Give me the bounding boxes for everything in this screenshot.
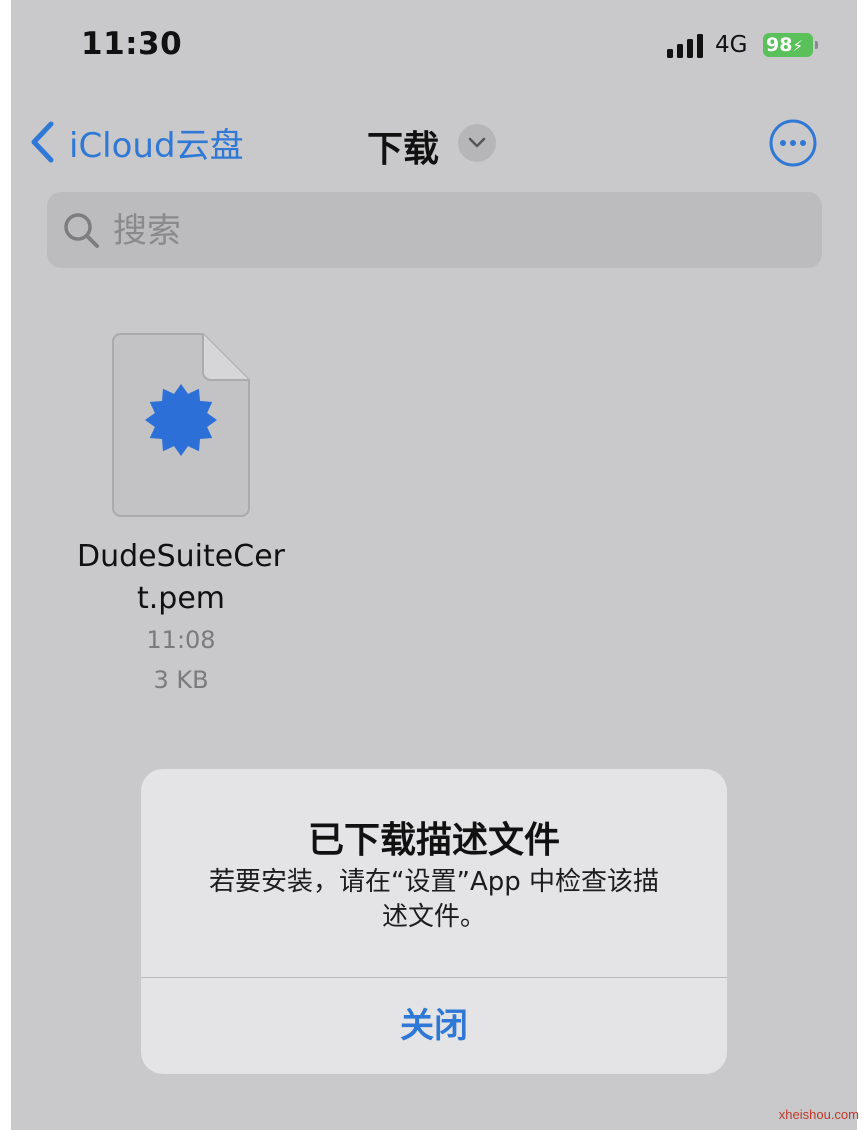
alert-title: 已下载描述文件 [307, 820, 560, 861]
title-menu-button[interactable] [458, 124, 496, 162]
alert-message: 若要安装，请在“设置”App 中检查该描 述文件。 [209, 867, 659, 932]
charging-bolt-icon: ⚡ [792, 37, 803, 55]
chevron-down-icon [468, 137, 486, 148]
files-app-screen: 11:30 4G 98⚡ iCloud云盘 下载 搜索 DudeSuiteCer… [11, 0, 857, 1130]
close-button[interactable]: 关闭 [141, 978, 727, 1074]
network-type: 4G [715, 32, 748, 58]
file-thumbnail [111, 332, 251, 518]
more-icon[interactable] [768, 118, 818, 168]
status-time: 11:30 [81, 26, 183, 62]
page-title[interactable]: 下载 [367, 120, 439, 172]
certificate-file-icon [112, 333, 250, 517]
file-item[interactable]: DudeSuiteCer t.pem 11:08 3 KB [71, 332, 291, 700]
watermark: xheishou.com [778, 1107, 859, 1122]
file-size: 3 KB [153, 666, 209, 694]
battery-cap [815, 41, 818, 49]
back-label: iCloud云盘 [69, 125, 244, 166]
battery-icon: 98⚡ [763, 33, 813, 57]
file-time: 11:08 [146, 626, 216, 654]
navigation-bar: iCloud云盘 下载 [11, 110, 857, 174]
file-name: DudeSuiteCer t.pem [77, 539, 285, 616]
chevron-left-icon [31, 121, 54, 163]
status-bar: 11:30 4G 98⚡ [11, 0, 857, 90]
battery-level: 98 [766, 34, 793, 56]
search-icon [64, 213, 99, 248]
search-bar[interactable] [47, 192, 822, 270]
back-button[interactable]: iCloud云盘 [29, 118, 244, 166]
signal-icon [667, 34, 703, 58]
search-input[interactable] [111, 192, 805, 270]
profile-downloaded-alert: 已下载描述文件 若要安装，请在“设置”App 中检查该描 述文件。 关闭 [141, 769, 727, 1074]
